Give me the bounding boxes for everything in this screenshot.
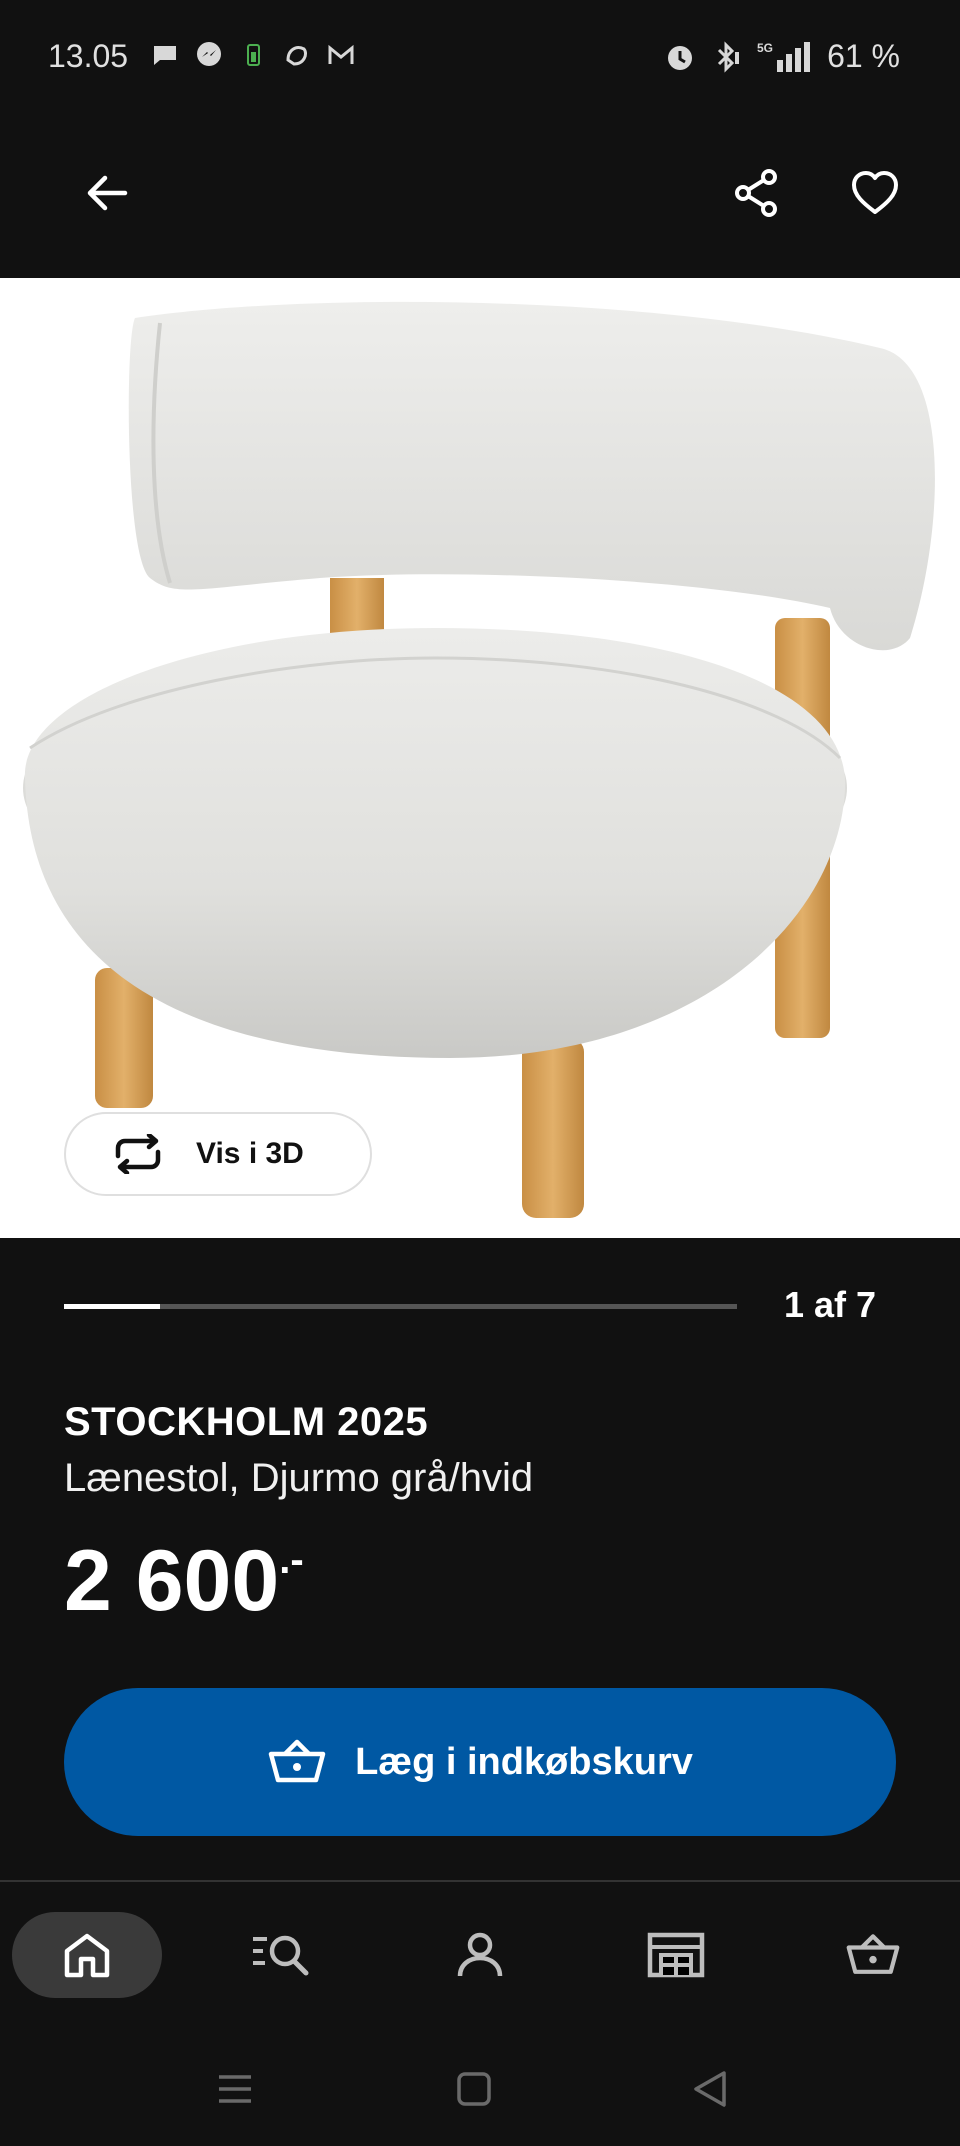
system-navigation xyxy=(0,2030,960,2146)
product-price: 2 600.- xyxy=(64,1532,304,1631)
status-bar: 13.05 5G 61 % xyxy=(0,0,960,115)
gmail-icon xyxy=(326,40,356,70)
gallery-progress: 1 af 7 xyxy=(64,1284,896,1334)
arrow-left-icon xyxy=(87,175,128,211)
recents-button[interactable] xyxy=(205,2064,265,2114)
heart-icon xyxy=(852,171,898,214)
add-to-cart-label: Læg i indkøbskurv xyxy=(355,1740,693,1783)
back-system-button[interactable] xyxy=(680,2064,740,2114)
nav-search[interactable] xyxy=(208,1912,358,1998)
progress-track xyxy=(64,1304,737,1309)
cart-icon xyxy=(268,1739,326,1783)
armchair-illustration xyxy=(23,301,935,1218)
favorite-button[interactable] xyxy=(835,153,915,233)
nav-home[interactable] xyxy=(12,1912,162,1998)
profile-icon xyxy=(457,1932,503,1977)
progress-fill xyxy=(64,1304,161,1309)
nav-store[interactable] xyxy=(601,1912,751,1998)
home-square-icon xyxy=(457,2072,491,2106)
product-description: Lænestol, Djurmo grå/hvid xyxy=(64,1456,534,1500)
product-name: STOCKHOLM 2025 xyxy=(64,1400,429,1444)
back-button[interactable] xyxy=(67,153,147,233)
status-time: 13.05 xyxy=(48,38,129,74)
view-3d-button[interactable]: Vis i 3D xyxy=(64,1112,372,1196)
back-triangle-icon xyxy=(694,2071,726,2107)
share-icon xyxy=(735,169,777,217)
price-suffix: .- xyxy=(279,1538,304,1582)
alarm-icon xyxy=(668,45,693,70)
battery-saver-icon xyxy=(238,40,268,70)
message-icon xyxy=(150,40,180,70)
home-system-button[interactable] xyxy=(444,2064,504,2114)
photos-icon xyxy=(282,40,312,70)
store-icon xyxy=(647,1932,705,1978)
5g-signal-icon: 5G xyxy=(757,41,811,72)
home-icon xyxy=(64,1933,110,1978)
nav-cart[interactable] xyxy=(798,1912,948,1998)
system-icons: 5G 61 % xyxy=(663,38,900,75)
bottom-navigation xyxy=(0,1880,960,2030)
price-value: 2 600 xyxy=(64,1533,280,1629)
svg-text:5G: 5G xyxy=(757,41,773,55)
notification-icons xyxy=(150,40,356,70)
product-image[interactable]: Vis i 3D xyxy=(0,278,960,1238)
app-header xyxy=(0,115,960,278)
bluetooth-icon xyxy=(718,40,740,73)
cart-icon xyxy=(846,1934,900,1974)
share-button[interactable] xyxy=(717,153,797,233)
rotate-3d-icon xyxy=(115,1134,161,1174)
image-counter: 1 af 7 xyxy=(783,1284,876,1325)
nav-profile[interactable] xyxy=(405,1912,555,1998)
messenger-icon xyxy=(194,40,224,70)
search-icon xyxy=(253,1935,309,1976)
recents-icon xyxy=(219,2075,251,2103)
view-3d-label: Vis i 3D xyxy=(196,1137,304,1170)
add-to-cart-button[interactable]: Læg i indkøbskurv xyxy=(64,1688,896,1836)
battery-level: 61 % xyxy=(827,38,900,74)
